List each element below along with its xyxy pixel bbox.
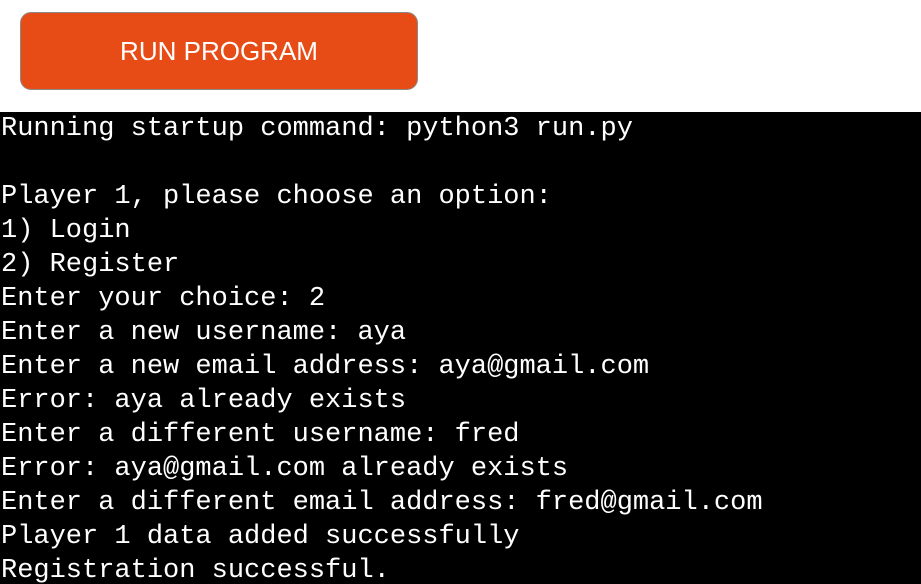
terminal-line: Enter a new email address: aya@gmail.com xyxy=(1,352,650,382)
terminal-line: Enter a different email address: fred@gm… xyxy=(1,488,763,518)
terminal-output[interactable]: Running startup command: python3 run.py … xyxy=(0,112,921,584)
terminal-line: Running startup command: python3 run.py xyxy=(1,114,633,144)
terminal-line: Error: aya already exists xyxy=(1,386,407,416)
terminal-line: Error: aya@gmail.com already exists xyxy=(1,454,569,484)
terminal-line: Enter your choice: 2 xyxy=(1,284,326,314)
terminal-line: Player 1, please choose an option: xyxy=(1,182,552,212)
terminal-lines: Running startup command: python3 run.py … xyxy=(0,112,921,584)
terminal-line: Enter a different username: fred xyxy=(1,420,520,450)
run-program-button[interactable]: RUN PROGRAM xyxy=(20,12,418,90)
terminal-line: Player 1 data added successfully xyxy=(1,522,520,552)
terminal-line: 2) Register xyxy=(1,250,180,280)
terminal-line: Enter a new username: aya xyxy=(1,318,407,348)
terminal-line: 1) Login xyxy=(1,216,131,246)
terminal-line: Registration successful. xyxy=(1,556,390,584)
toolbar: RUN PROGRAM xyxy=(0,0,921,112)
